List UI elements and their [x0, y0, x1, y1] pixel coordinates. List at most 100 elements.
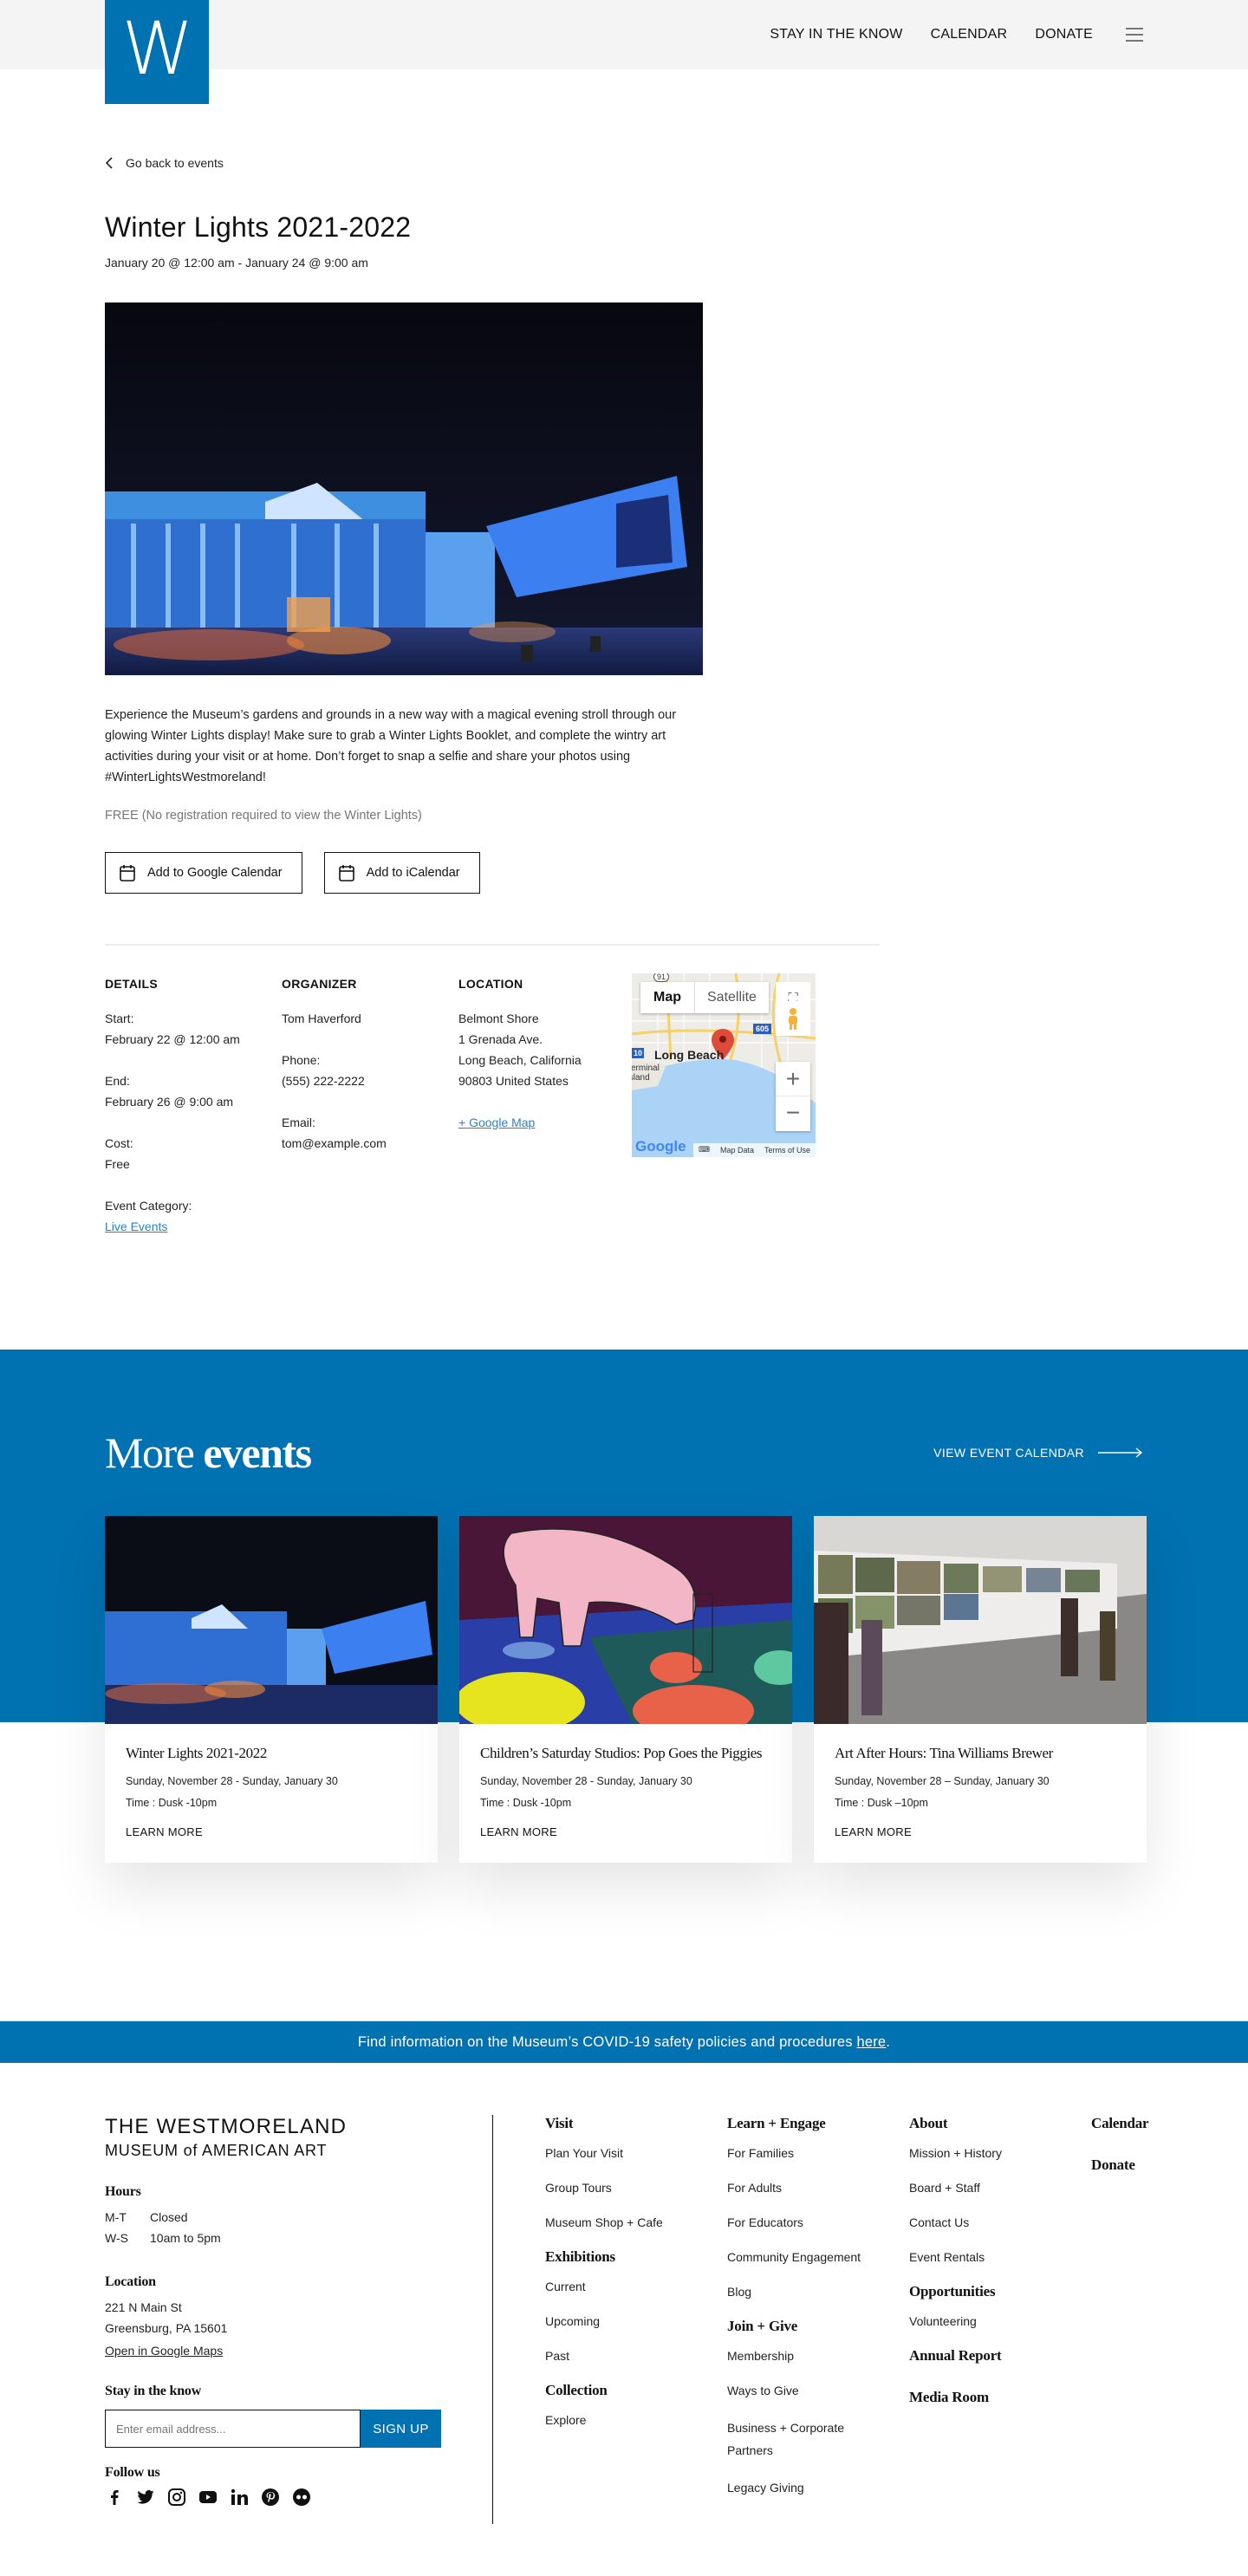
event-card-title[interactable]: Winter Lights 2021-2022 [126, 1745, 419, 1762]
top-nav: STAY IN THE KNOW CALENDAR DONATE [770, 0, 1143, 69]
footer-heading-about[interactable]: About [909, 2115, 1091, 2132]
footer-heading-opportunities[interactable]: Opportunities [909, 2283, 1091, 2300]
venue-name: Belmont Shore [458, 1012, 539, 1025]
google-map-link[interactable]: + Google Map [458, 1116, 535, 1129]
embedded-map[interactable]: Map Satellite ⛶ 605 91 10 Long Beach Ter… [632, 973, 816, 1157]
organizer-phone: (555) 222-2222 [282, 1074, 365, 1088]
site-logo[interactable]: W [105, 0, 209, 104]
footer-link[interactable]: Legacy Giving [727, 2479, 909, 2496]
add-to-google-calendar-button[interactable]: Add to Google Calendar [105, 852, 302, 894]
learn-more-link[interactable]: LEARN MORE [835, 1825, 912, 1838]
youtube-icon[interactable] [198, 2488, 218, 2507]
instagram-icon[interactable] [167, 2488, 186, 2507]
hours-row: W-S 10am to 5pm [105, 2228, 492, 2248]
back-to-events-link[interactable]: Go back to events [105, 156, 1248, 170]
nav-donate[interactable]: DONATE [1035, 27, 1093, 42]
footer-link[interactable]: Board + Staff [909, 2179, 1091, 2196]
menu-icon[interactable] [1126, 28, 1143, 42]
footer-link[interactable]: Membership [727, 2347, 909, 2365]
footer-link[interactable]: Volunteering [909, 2313, 1091, 2330]
event-card-image[interactable] [105, 1516, 438, 1724]
footer-link[interactable]: Plan Your Visit [545, 2144, 727, 2162]
event-hero-image [105, 302, 703, 675]
covid-banner: Find information on the Museum’s COVID-1… [0, 2021, 1248, 2063]
footer-link[interactable]: Group Tours [545, 2179, 727, 2196]
newsletter-form: SIGN UP [105, 2410, 492, 2448]
footer-link[interactable]: Mission + History [909, 2144, 1091, 2162]
footer-heading-annual-report[interactable]: Annual Report [909, 2347, 1091, 2365]
keyboard-icon[interactable]: ⌨ [693, 1143, 715, 1157]
footer-link[interactable]: Contact Us [909, 2214, 1091, 2231]
linkedin-icon[interactable] [230, 2488, 249, 2507]
footer-link[interactable]: Explore [545, 2411, 727, 2429]
footer-link[interactable]: Community Engagement [727, 2248, 909, 2266]
footer-link[interactable]: Current [545, 2278, 727, 2295]
footer-link[interactable]: Business + Corporate Partners [727, 2417, 874, 2462]
event-card[interactable]: Art After Hours: Tina Williams Brewer Su… [814, 1516, 1147, 1863]
open-in-google-maps-link[interactable]: Open in Google Maps [105, 2340, 223, 2361]
flickr-icon[interactable] [292, 2488, 311, 2507]
footer-heading-donate[interactable]: Donate [1091, 2156, 1195, 2174]
covid-policy-link[interactable]: here [856, 2034, 886, 2051]
footer-heading-exhibitions[interactable]: Exhibitions [545, 2248, 727, 2266]
footer-heading-visit[interactable]: Visit [545, 2115, 727, 2132]
more-events-title: More events [105, 1428, 312, 1478]
event-card-title[interactable]: Art After Hours: Tina Williams Brewer [835, 1745, 1128, 1762]
hours-heading: Hours [105, 2184, 141, 2199]
category-link[interactable]: Live Events [105, 1220, 167, 1233]
footer-link[interactable]: Upcoming [545, 2313, 727, 2330]
footer-heading-join-give[interactable]: Join + Give [727, 2318, 909, 2335]
map-type-map-button[interactable]: Map [640, 982, 694, 1013]
event-card[interactable]: Children’s Saturday Studios: Pop Goes th… [459, 1516, 792, 1863]
add-to-icalendar-button[interactable]: Add to iCalendar [323, 852, 480, 894]
facebook-icon[interactable] [105, 2488, 124, 2507]
view-event-calendar-link[interactable]: VIEW EVENT CALENDAR [933, 1446, 1143, 1460]
organizer-email: tom@example.com [282, 1136, 387, 1150]
map-data-link[interactable]: Map Data [715, 1143, 759, 1157]
start-label: Start: [105, 1012, 134, 1025]
street-view-pegman-icon[interactable] [776, 1001, 810, 1036]
footer-link[interactable]: Blog [727, 2283, 909, 2300]
footer-link[interactable]: For Adults [727, 2179, 909, 2196]
event-card-image[interactable] [459, 1516, 792, 1724]
back-label: Go back to events [126, 156, 224, 170]
footer-link[interactable]: Ways to Give [727, 2382, 909, 2399]
event-dates: January 20 @ 12:00 am - January 24 @ 9:0… [105, 256, 368, 270]
pinterest-icon[interactable] [261, 2488, 280, 2507]
map-type-satellite-button[interactable]: Satellite [694, 982, 769, 1013]
event-card-title[interactable]: Children’s Saturday Studios: Pop Goes th… [480, 1745, 773, 1762]
icalendar-label: Add to iCalendar [366, 866, 460, 880]
sign-up-button[interactable]: SIGN UP [361, 2410, 441, 2448]
email-input[interactable] [105, 2410, 361, 2448]
hours-time: 10am to 5pm [150, 2231, 221, 2245]
calendar-icon [338, 865, 354, 881]
twitter-icon[interactable] [136, 2488, 155, 2507]
event-card[interactable]: Winter Lights 2021-2022 Sunday, November… [105, 1516, 438, 1863]
learn-more-link[interactable]: LEARN MORE [480, 1825, 557, 1838]
nav-calendar[interactable]: CALENDAR [931, 27, 1008, 42]
footer-heading-learn-engage[interactable]: Learn + Engage [727, 2115, 909, 2132]
category-label: Event Category: [105, 1199, 192, 1213]
location-heading: LOCATION [458, 977, 523, 991]
event-card-image[interactable] [814, 1516, 1147, 1724]
event-main: Go back to events Winter Lights 2021-202… [0, 69, 1248, 1350]
covid-text: Find information on the Museum’s COVID-1… [357, 2033, 857, 2050]
site-header: W STAY IN THE KNOW CALENDAR DONATE [0, 0, 1248, 104]
footer-link[interactable]: Past [545, 2347, 727, 2365]
map-zoom-in-button[interactable]: + [776, 1062, 810, 1096]
nav-stay-in-the-know[interactable]: STAY IN THE KNOW [770, 27, 902, 42]
footer-heading-media-room[interactable]: Media Room [909, 2389, 1091, 2406]
cost-value: Free [105, 1157, 130, 1171]
footer-link[interactable]: For Families [727, 2144, 909, 2162]
map-island-label: Terminal Island [632, 1064, 660, 1083]
footer-heading-calendar[interactable]: Calendar [1091, 2115, 1195, 2132]
learn-more-link[interactable]: LEARN MORE [126, 1825, 203, 1838]
google-calendar-label: Add to Google Calendar [147, 866, 283, 880]
section-divider [105, 944, 880, 946]
footer-link[interactable]: For Educators [727, 2214, 909, 2231]
map-zoom-out-button[interactable]: − [776, 1096, 810, 1131]
map-terms-link[interactable]: Terms of Use [759, 1143, 816, 1157]
footer-heading-collection[interactable]: Collection [545, 2382, 727, 2399]
footer-link[interactable]: Event Rentals [909, 2248, 1091, 2266]
footer-link[interactable]: Museum Shop + Cafe [545, 2214, 727, 2231]
